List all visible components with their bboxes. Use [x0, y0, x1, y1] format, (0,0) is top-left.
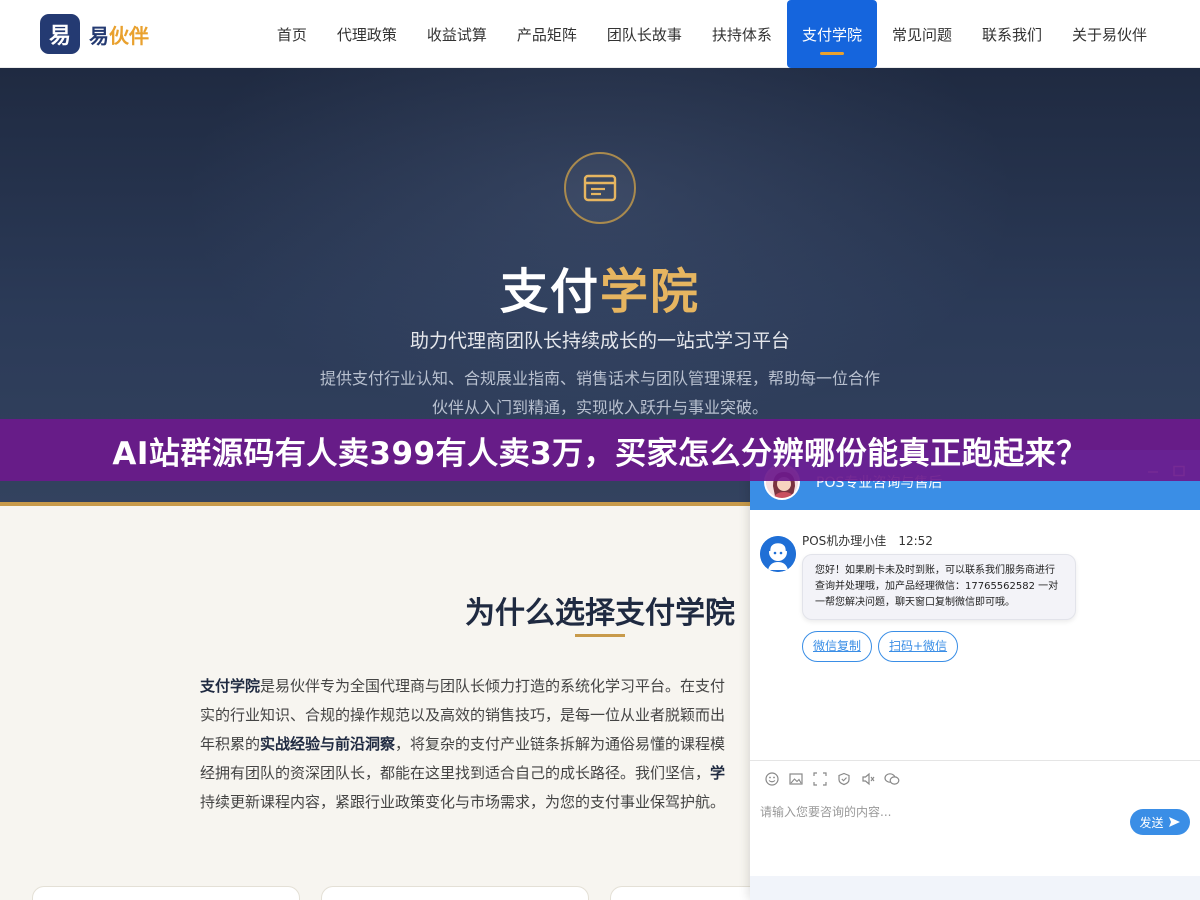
nav-item-about[interactable]: 关于易伙伴 [1057, 0, 1162, 68]
browser-window-icon [564, 152, 636, 224]
hero-title-accent: 学院 [600, 264, 701, 320]
nav-item-leader-stories[interactable]: 团队长故事 [592, 0, 697, 68]
intro-text: ，将复杂的支付产业链条拆解为通俗易懂的课程模 [395, 735, 726, 753]
screenshot-icon[interactable] [808, 770, 832, 788]
logo-text-main: 易 [89, 23, 109, 48]
article-banner: AI站群源码有人卖399有人卖3万，买家怎么分辨哪份能真正跑起来？ [0, 419, 1200, 481]
agent-name-text: POS机办理小佳 [802, 534, 887, 548]
logo-text: 易伙伴 [89, 20, 149, 49]
logo-text-accent: 伙伴 [109, 23, 149, 48]
feature-card[interactable] [32, 886, 300, 900]
chat-divider [750, 760, 1200, 761]
send-button-label: 发送 [1139, 815, 1164, 830]
intro-highlight: 学 [710, 764, 726, 782]
chat-footer [750, 876, 1200, 900]
nav-item-payment-academy[interactable]: 支付学院 [786, 0, 877, 68]
site-header: 易 易伙伴 首页 代理政策 收益试算 产品矩阵 团队长故事 扶持体系 支付学院 … [0, 0, 1200, 68]
hero-subtitle: 助力代理商团队长持续成长的一站式学习平台 [409, 330, 790, 352]
chat-widget: POS专业咨询与售后 POS机办理小佳 12:52 您好！如果刷卡未及时到账，可以… [750, 450, 1200, 900]
chat-toolbar [760, 770, 904, 788]
hero-description: 提供支付行业认知、合规展业指南、销售话术与团队管理课程，帮助每一位合作 伙伴从入… [300, 364, 900, 422]
copy-wechat-button[interactable]: 微信复制 [802, 631, 873, 662]
nav-item-income-calculator[interactable]: 收益试算 [412, 0, 502, 68]
article-banner-title: AI站群源码有人卖399有人卖3万，买家怎么分辨哪份能真正跑起来？ [112, 435, 1088, 472]
intro-highlight: 支付学院 [200, 677, 261, 695]
nav-item-contact[interactable]: 联系我们 [967, 0, 1057, 68]
intro-text: 年积累的 [200, 735, 261, 753]
section-title-underline [575, 634, 625, 637]
send-button[interactable]: 发送 [1130, 809, 1190, 835]
hero-title-main: 支付 [499, 264, 600, 320]
intro-text: 是易伙伴专为全国代理商与团队长倾力打造的系统化学习平台。在支付 [260, 677, 726, 695]
nav-item-faq[interactable]: 常见问题 [877, 0, 967, 68]
hero-description-line: 伙伴从入门到精通，实现收入跃升与事业突破。 [431, 398, 768, 417]
message-bubble: 您好！如果刷卡未及时到账，可以联系我们服务商进行查询并处理哦，加产品经理微信：1… [802, 554, 1076, 620]
send-arrow-icon [1168, 817, 1180, 827]
image-icon[interactable] [784, 770, 808, 788]
nav-item-agent-policy[interactable]: 代理政策 [322, 0, 412, 68]
intro-text: 经拥有团队的资深团队长，都能在这里找到适合自己的成长路径。我们坚信， [200, 764, 711, 782]
logo-mark: 易 [40, 14, 80, 54]
wechat-icon[interactable] [880, 770, 904, 788]
main-nav: 首页 代理政策 收益试算 产品矩阵 团队长故事 扶持体系 支付学院 常见问题 联… [262, 0, 1162, 68]
nav-item-product-matrix[interactable]: 产品矩阵 [502, 0, 592, 68]
scan-wechat-button[interactable]: 扫码+微信 [878, 631, 959, 662]
chat-messages: POS机办理小佳 12:52 您好！如果刷卡未及时到账，可以联系我们服务商进行查询… [750, 510, 1200, 760]
hero-title: 支付学院 [0, 252, 1200, 322]
site-logo[interactable]: 易 易伙伴 [40, 14, 149, 54]
intro-highlight: 实战经验与前沿洞察 [260, 735, 396, 753]
feature-card[interactable] [321, 886, 589, 900]
voice-icon[interactable] [856, 770, 880, 788]
nav-item-support-system[interactable]: 扶持体系 [697, 0, 787, 68]
nav-item-home[interactable]: 首页 [262, 0, 322, 68]
hero-description-line: 提供支付行业认知、合规展业指南、销售话术与团队管理课程，帮助每一位合作 [319, 369, 880, 388]
agent-avatar [760, 536, 796, 572]
emoji-icon[interactable] [760, 770, 784, 788]
chat-message-input[interactable] [760, 800, 1120, 824]
agent-name: POS机办理小佳 12:52 [802, 532, 933, 549]
evaluate-icon[interactable] [832, 770, 856, 788]
message-time: 12:52 [898, 534, 933, 548]
